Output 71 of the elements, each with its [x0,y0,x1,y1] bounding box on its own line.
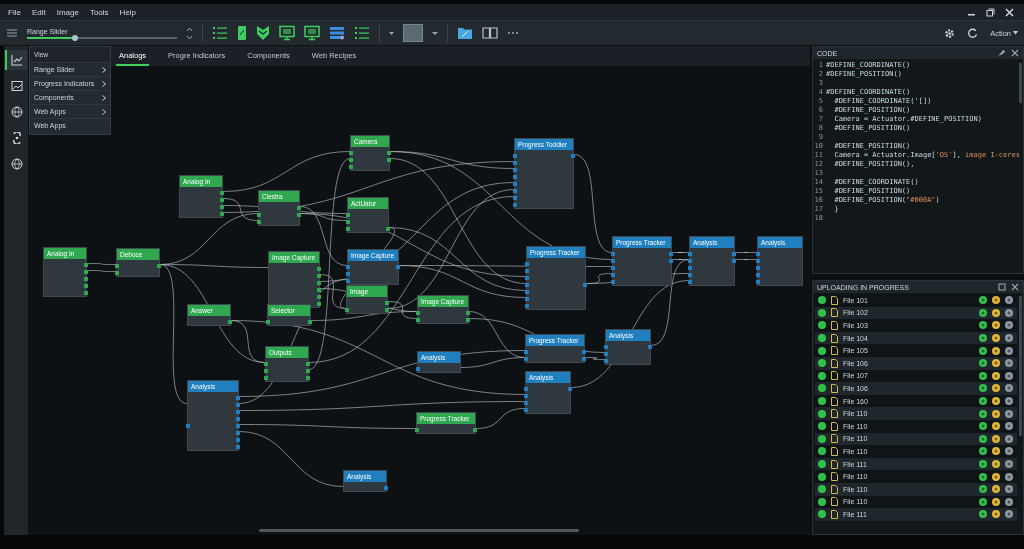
input-port[interactable] [416,366,420,371]
folder-icon[interactable] [457,26,473,40]
output-port[interactable] [157,263,161,268]
tools-icon [11,132,23,144]
check-icon [818,397,826,406]
check-icon [818,434,826,443]
check-icon [818,371,826,380]
close-icon[interactable] [1011,49,1019,57]
settings-icon[interactable] [944,27,956,39]
menu-icon[interactable] [6,28,18,38]
caret-icon[interactable] [389,30,394,36]
check-icon [818,334,826,343]
check-icon [818,497,826,506]
list-icon[interactable] [212,26,228,40]
close-icon[interactable] [1011,283,1019,291]
output-port[interactable] [568,386,572,391]
globe-icon [11,106,23,118]
check-icon [818,296,826,305]
chart-icon [11,54,23,66]
restore-icon[interactable] [986,7,995,17]
range-slider[interactable] [27,36,177,39]
output-port[interactable] [386,226,390,231]
check-icon [818,321,826,330]
more-icon[interactable] [507,31,519,35]
monitor-icon[interactable] [279,25,295,41]
check-icon [818,472,826,481]
check-icon [818,346,826,355]
check-icon [818,409,826,418]
refresh-icon[interactable] [967,27,979,39]
input-port[interactable] [345,307,349,312]
layers-icon[interactable] [329,26,345,40]
caret-icon[interactable] [432,30,438,36]
list-icon[interactable] [354,26,370,40]
input-port[interactable] [186,423,190,428]
menu-item[interactable]: Edit [31,7,46,17]
monitor-icon[interactable] [304,25,320,41]
chevron-icon[interactable] [256,25,270,41]
check-icon [818,422,826,431]
sidebar-item[interactable] [5,50,27,70]
output-port[interactable] [583,282,587,287]
input-port[interactable] [415,427,419,432]
output-port[interactable] [473,427,477,432]
globe-icon [11,158,23,170]
output-port[interactable] [228,319,232,324]
check-icon [818,485,826,494]
check-icon [818,460,826,468]
input-port[interactable] [266,319,270,324]
output-port[interactable] [648,344,652,349]
output-port[interactable] [396,264,400,269]
step-down-icon[interactable] [186,33,193,41]
output-port[interactable] [308,319,312,324]
menu-item[interactable]: Tools [89,7,109,17]
close-icon[interactable] [1005,7,1014,17]
image-icon [11,80,23,92]
book-icon[interactable] [482,26,498,40]
menu-item[interactable]: File [8,7,21,17]
output-port[interactable] [571,153,575,158]
scrollbar[interactable] [259,529,579,532]
menu-item[interactable]: Image [56,7,79,17]
step-up-icon[interactable] [186,25,193,33]
check-icon [818,510,826,519]
check-icon [818,447,826,456]
menu-item[interactable]: Help [119,7,137,17]
check-icon [818,359,826,368]
check-icon [818,384,826,393]
caret-icon [1013,31,1018,35]
output-port[interactable] [384,485,388,490]
window-icon[interactable] [998,283,1006,291]
phone-icon[interactable] [237,25,247,41]
pin-icon[interactable] [998,49,1006,57]
check-icon [818,308,826,317]
